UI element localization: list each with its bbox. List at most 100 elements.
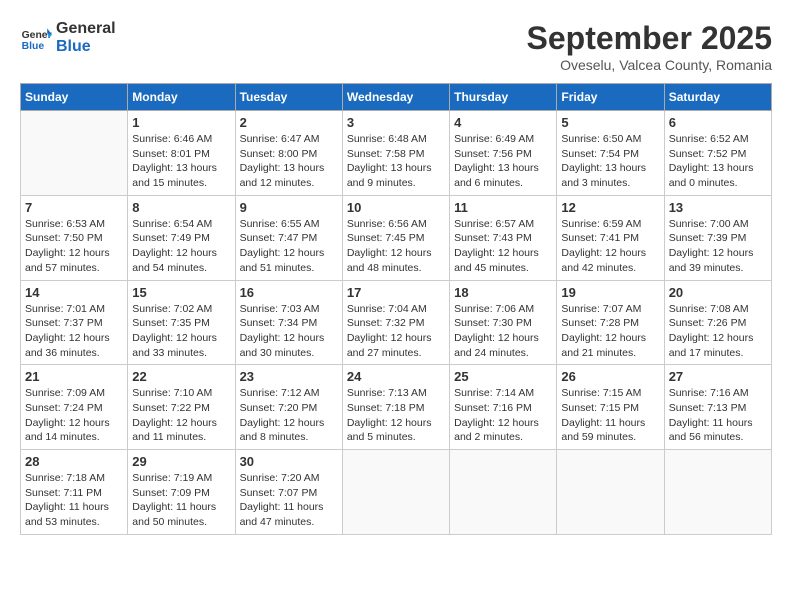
day-cell: 23 Sunrise: 7:12 AMSunset: 7:20 PMDayligh… (235, 365, 342, 450)
day-cell: 12 Sunrise: 6:59 AMSunset: 7:41 PMDayligh… (557, 195, 664, 280)
day-info: Sunrise: 7:13 AMSunset: 7:18 PMDaylight:… (347, 386, 445, 445)
header-cell-friday: Friday (557, 84, 664, 111)
day-cell (21, 111, 128, 196)
day-info: Sunrise: 6:55 AMSunset: 7:47 PMDaylight:… (240, 217, 338, 276)
day-cell: 22Sunrise: 7:10 AMSunset: 7:22 PMDayligh… (128, 365, 235, 450)
week-row-2: 14 Sunrise: 7:01 AMSunset: 7:37 PMDayligh… (21, 280, 772, 365)
day-cell: 17 Sunrise: 7:04 AMSunset: 7:32 PMDayligh… (342, 280, 449, 365)
day-number: 16 (240, 285, 338, 300)
day-cell: 9 Sunrise: 6:55 AMSunset: 7:47 PMDaylight… (235, 195, 342, 280)
day-number: 3 (347, 115, 445, 130)
day-info: Sunrise: 7:04 AMSunset: 7:32 PMDaylight:… (347, 302, 445, 361)
day-number: 17 (347, 285, 445, 300)
day-cell (557, 450, 664, 535)
day-info: Sunrise: 7:08 AMSunset: 7:26 PMDaylight:… (669, 302, 767, 361)
day-info: Sunrise: 7:07 AMSunset: 7:28 PMDaylight:… (561, 302, 659, 361)
day-number: 10 (347, 200, 445, 215)
day-cell: 13 Sunrise: 7:00 AMSunset: 7:39 PMDayligh… (664, 195, 771, 280)
page-header: General Blue General Blue September 2025… (20, 20, 772, 73)
day-cell: 14 Sunrise: 7:01 AMSunset: 7:37 PMDayligh… (21, 280, 128, 365)
calendar-body: 1Sunrise: 6:46 AMSunset: 8:01 PMDaylight… (21, 111, 772, 535)
header-row: SundayMondayTuesdayWednesdayThursdayFrid… (21, 84, 772, 111)
day-info: Sunrise: 6:53 AMSunset: 7:50 PMDaylight:… (25, 217, 123, 276)
day-number: 12 (561, 200, 659, 215)
day-cell: 16Sunrise: 7:03 AMSunset: 7:34 PMDayligh… (235, 280, 342, 365)
day-info: Sunrise: 6:48 AMSunset: 7:58 PMDaylight:… (347, 132, 445, 191)
day-number: 19 (561, 285, 659, 300)
day-number: 20 (669, 285, 767, 300)
day-info: Sunrise: 7:19 AMSunset: 7:09 PMDaylight:… (132, 471, 230, 530)
day-cell: 29 Sunrise: 7:19 AMSunset: 7:09 PMDayligh… (128, 450, 235, 535)
day-cell: 5 Sunrise: 6:50 AMSunset: 7:54 PMDaylight… (557, 111, 664, 196)
day-info: Sunrise: 6:57 AMSunset: 7:43 PMDaylight:… (454, 217, 552, 276)
day-cell (450, 450, 557, 535)
month-title: September 2025 (527, 20, 772, 57)
day-info: Sunrise: 7:14 AMSunset: 7:16 PMDaylight:… (454, 386, 552, 445)
day-info: Sunrise: 7:00 AMSunset: 7:39 PMDaylight:… (669, 217, 767, 276)
day-number: 29 (132, 454, 230, 469)
day-number: 28 (25, 454, 123, 469)
logo-line1: General (56, 20, 116, 38)
day-number: 8 (132, 200, 230, 215)
day-cell: 8Sunrise: 6:54 AMSunset: 7:49 PMDaylight… (128, 195, 235, 280)
day-number: 6 (669, 115, 767, 130)
day-info: Sunrise: 7:02 AMSunset: 7:35 PMDaylight:… (132, 302, 230, 361)
day-info: Sunrise: 7:15 AMSunset: 7:15 PMDaylight:… (561, 386, 659, 445)
day-info: Sunrise: 6:47 AMSunset: 8:00 PMDaylight:… (240, 132, 338, 191)
day-cell: 18 Sunrise: 7:06 AMSunset: 7:30 PMDayligh… (450, 280, 557, 365)
day-info: Sunrise: 7:12 AMSunset: 7:20 PMDaylight:… (240, 386, 338, 445)
day-cell: 27 Sunrise: 7:16 AMSunset: 7:13 PMDayligh… (664, 365, 771, 450)
day-cell: 11Sunrise: 6:57 AMSunset: 7:43 PMDayligh… (450, 195, 557, 280)
day-number: 18 (454, 285, 552, 300)
day-number: 22 (132, 369, 230, 384)
day-number: 23 (240, 369, 338, 384)
day-number: 2 (240, 115, 338, 130)
day-cell: 7Sunrise: 6:53 AMSunset: 7:50 PMDaylight… (21, 195, 128, 280)
day-number: 5 (561, 115, 659, 130)
day-info: Sunrise: 7:06 AMSunset: 7:30 PMDaylight:… (454, 302, 552, 361)
day-number: 21 (25, 369, 123, 384)
svg-text:Blue: Blue (22, 41, 45, 52)
day-number: 25 (454, 369, 552, 384)
day-cell: 21 Sunrise: 7:09 AMSunset: 7:24 PMDayligh… (21, 365, 128, 450)
day-cell: 10 Sunrise: 6:56 AMSunset: 7:45 PMDayligh… (342, 195, 449, 280)
day-cell (664, 450, 771, 535)
day-cell: 4Sunrise: 6:49 AMSunset: 7:56 PMDaylight… (450, 111, 557, 196)
day-info: Sunrise: 7:16 AMSunset: 7:13 PMDaylight:… (669, 386, 767, 445)
day-number: 4 (454, 115, 552, 130)
day-info: Sunrise: 6:59 AMSunset: 7:41 PMDaylight:… (561, 217, 659, 276)
day-number: 9 (240, 200, 338, 215)
day-cell: 1Sunrise: 6:46 AMSunset: 8:01 PMDaylight… (128, 111, 235, 196)
title-area: September 2025 Oveselu, Valcea County, R… (527, 20, 772, 73)
day-info: Sunrise: 7:01 AMSunset: 7:37 PMDaylight:… (25, 302, 123, 361)
day-number: 30 (240, 454, 338, 469)
day-number: 26 (561, 369, 659, 384)
week-row-3: 21 Sunrise: 7:09 AMSunset: 7:24 PMDayligh… (21, 365, 772, 450)
day-info: Sunrise: 6:56 AMSunset: 7:45 PMDaylight:… (347, 217, 445, 276)
header-cell-wednesday: Wednesday (342, 84, 449, 111)
day-cell (342, 450, 449, 535)
day-cell: 6 Sunrise: 6:52 AMSunset: 7:52 PMDaylight… (664, 111, 771, 196)
day-number: 14 (25, 285, 123, 300)
header-cell-sunday: Sunday (21, 84, 128, 111)
day-info: Sunrise: 7:09 AMSunset: 7:24 PMDaylight:… (25, 386, 123, 445)
day-cell: 3 Sunrise: 6:48 AMSunset: 7:58 PMDaylight… (342, 111, 449, 196)
day-cell: 28 Sunrise: 7:18 AMSunset: 7:11 PMDayligh… (21, 450, 128, 535)
week-row-1: 7Sunrise: 6:53 AMSunset: 7:50 PMDaylight… (21, 195, 772, 280)
day-info: Sunrise: 7:18 AMSunset: 7:11 PMDaylight:… (25, 471, 123, 530)
calendar-header: SundayMondayTuesdayWednesdayThursdayFrid… (21, 84, 772, 111)
day-cell: 30Sunrise: 7:20 AMSunset: 7:07 PMDayligh… (235, 450, 342, 535)
day-number: 27 (669, 369, 767, 384)
day-info: Sunrise: 6:46 AMSunset: 8:01 PMDaylight:… (132, 132, 230, 191)
header-cell-saturday: Saturday (664, 84, 771, 111)
day-number: 13 (669, 200, 767, 215)
day-info: Sunrise: 6:52 AMSunset: 7:52 PMDaylight:… (669, 132, 767, 191)
day-cell: 19 Sunrise: 7:07 AMSunset: 7:28 PMDayligh… (557, 280, 664, 365)
day-cell: 26 Sunrise: 7:15 AMSunset: 7:15 PMDayligh… (557, 365, 664, 450)
logo-line2: Blue (56, 38, 116, 56)
location-subtitle: Oveselu, Valcea County, Romania (527, 57, 772, 73)
header-cell-thursday: Thursday (450, 84, 557, 111)
day-cell: 2 Sunrise: 6:47 AMSunset: 8:00 PMDaylight… (235, 111, 342, 196)
day-info: Sunrise: 6:50 AMSunset: 7:54 PMDaylight:… (561, 132, 659, 191)
logo-icon: General Blue (20, 22, 52, 54)
